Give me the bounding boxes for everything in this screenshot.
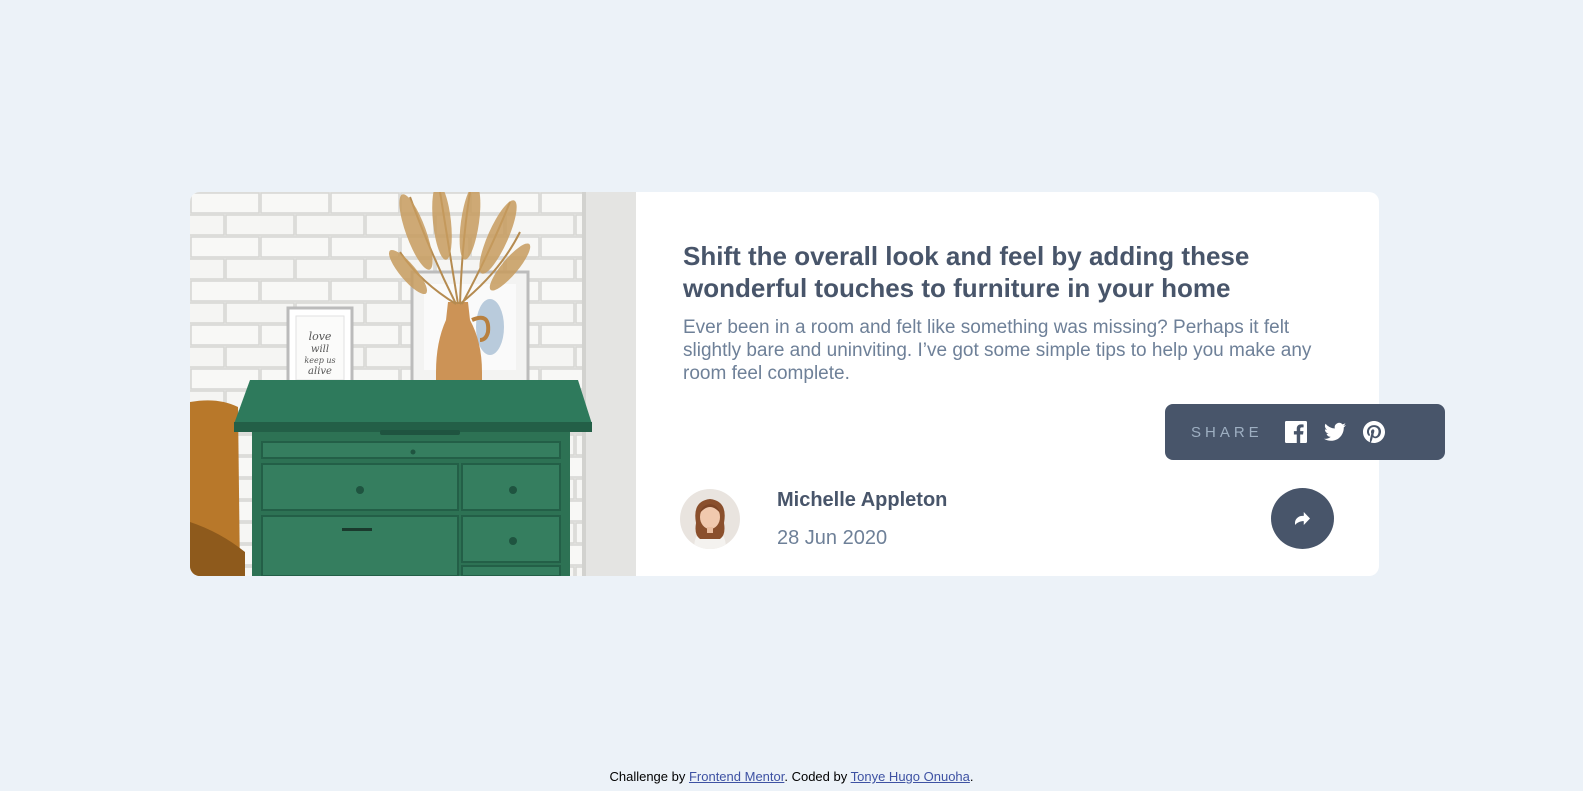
- svg-text:alive: alive: [308, 366, 332, 377]
- facebook-icon[interactable]: [1284, 421, 1307, 443]
- author-name: Michelle Appleton: [777, 489, 948, 511]
- post-date: 28 Jun 2020: [777, 527, 888, 549]
- svg-text:keep us: keep us: [304, 356, 335, 365]
- author-block: Michelle Appleton 28 Jun 2020: [680, 488, 947, 550]
- attribution: Challenge by Frontend Mentor. Coded by T…: [0, 769, 1583, 784]
- share-button[interactable]: [1271, 488, 1334, 549]
- svg-text:love: love: [309, 330, 332, 343]
- author-avatar: [680, 489, 740, 549]
- pinterest-icon[interactable]: [1362, 421, 1385, 443]
- frontend-mentor-link[interactable]: Frontend Mentor: [689, 769, 784, 784]
- attribution-suffix: .: [969, 769, 974, 784]
- share-label: SHARE: [1191, 423, 1263, 441]
- author-link[interactable]: Tonye Hugo Onuoha: [851, 769, 970, 784]
- share-popup: SHARE: [1165, 404, 1445, 460]
- attribution-prefix: Challenge by: [609, 769, 689, 784]
- author-text: Michelle Appleton 28 Jun 2020: [777, 488, 947, 550]
- article-title: Shift the overall look and feel by addin…: [683, 241, 1250, 303]
- attribution-middle: . Coded by: [784, 769, 851, 784]
- twitter-icon[interactable]: [1323, 421, 1346, 443]
- article-image: love will keep us alive: [190, 192, 636, 576]
- share-arrow-icon: [1295, 512, 1310, 525]
- article-excerpt: Ever been in a room and felt like someth…: [683, 317, 1312, 384]
- svg-text:will: will: [311, 344, 329, 355]
- article-card: love will keep us alive Shift the overal…: [190, 192, 1379, 576]
- article-content: Shift the overall look and feel by addin…: [636, 192, 1379, 576]
